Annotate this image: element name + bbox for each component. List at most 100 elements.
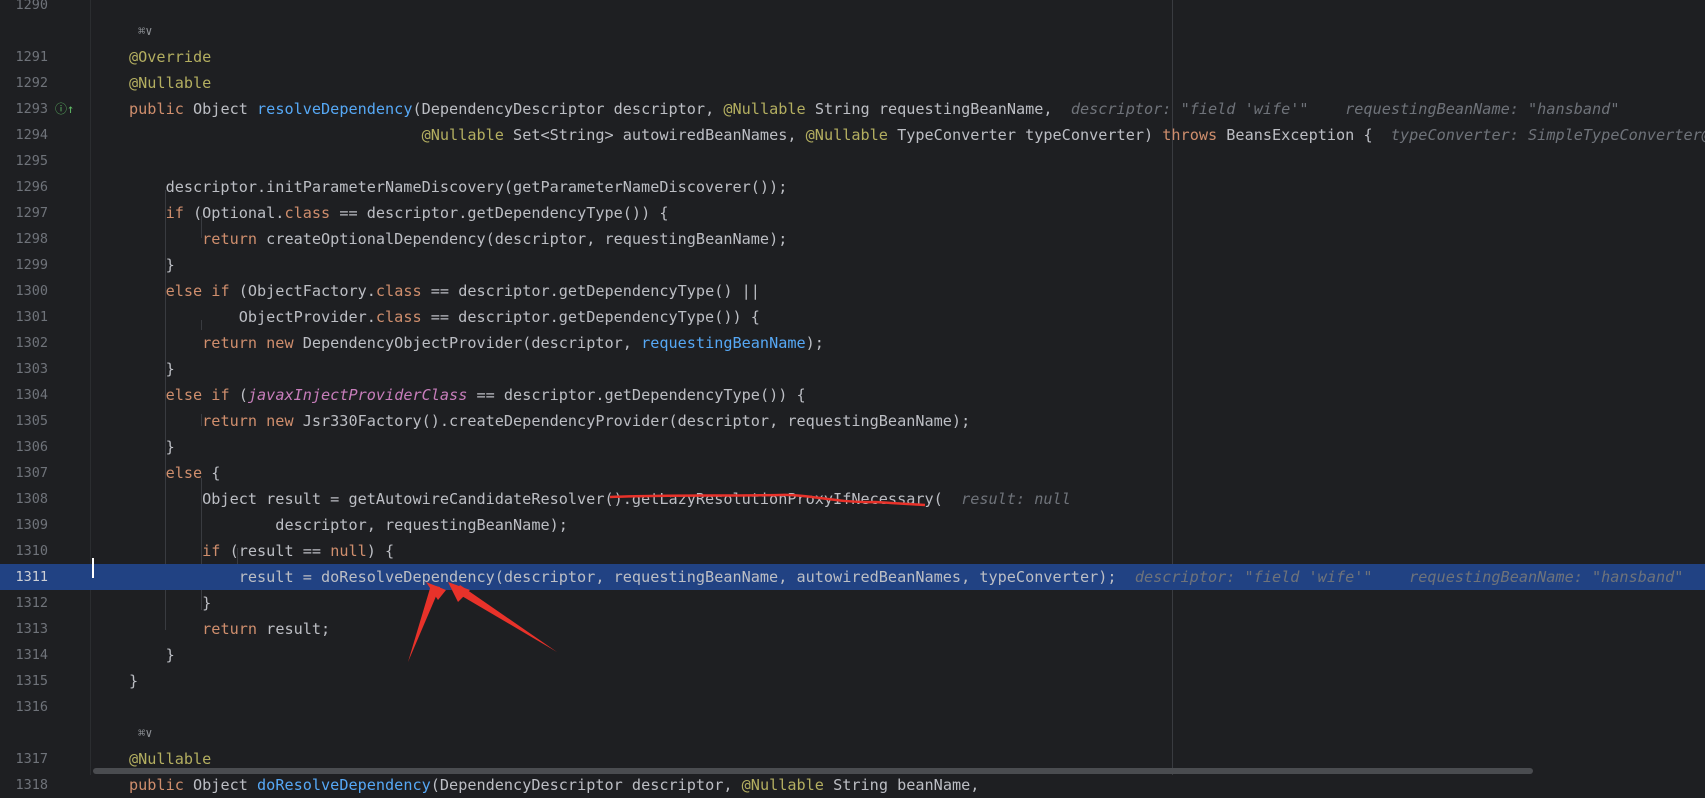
inlay-fold-icon[interactable]: ⌘∨ (138, 726, 152, 740)
line-number[interactable]: 1305 (0, 408, 48, 434)
code-token: ); (805, 334, 824, 352)
line-number[interactable]: 1309 (0, 512, 48, 538)
code-line[interactable]: 1300 else if (ObjectFactory.class == des… (0, 278, 1705, 304)
line-number[interactable]: 1304 (0, 382, 48, 408)
code-line[interactable]: 1318 public Object doResolveDependency(De… (0, 772, 1705, 798)
code-token: return new (202, 412, 294, 430)
code-token: (result == (220, 542, 331, 560)
code-line[interactable]: 1299 } (0, 252, 1705, 278)
line-number[interactable]: 1290 (0, 0, 48, 18)
code-token: Jsr330Factory().createDependencyProvider… (293, 412, 971, 430)
code-text[interactable]: return new DependencyObjectProvider(desc… (129, 330, 824, 356)
code-line[interactable]: 1303 } (0, 356, 1705, 382)
line-number[interactable]: 1317 (0, 746, 48, 772)
line-number[interactable]: 1293 (0, 96, 48, 122)
line-number[interactable]: 1312 (0, 590, 48, 616)
code-line[interactable]: 1301 ObjectProvider.class == descriptor.… (0, 304, 1705, 330)
code-text[interactable]: else if (ObjectFactory.class == descript… (129, 278, 760, 304)
code-line[interactable]: 1302 return new DependencyObjectProvider… (0, 330, 1705, 356)
code-text[interactable]: return result; (129, 616, 330, 642)
code-token: return (202, 620, 258, 638)
code-text[interactable]: descriptor.initParameterNameDiscovery(ge… (129, 174, 788, 200)
line-number[interactable]: 1294 (0, 122, 48, 148)
code-text[interactable]: } (129, 590, 211, 616)
code-line[interactable]: 1315} (0, 668, 1705, 694)
code-line[interactable]: 1309 descriptor, requestingBeanName); (0, 512, 1705, 538)
line-number[interactable]: 1298 (0, 226, 48, 252)
code-token: String requestingBeanName, (805, 100, 1071, 118)
code-line[interactable]: 1310 if (result == null) { (0, 538, 1705, 564)
code-line[interactable]: 1292 @Nullable (0, 70, 1705, 96)
code-text[interactable]: @Nullable Set<String> autowiredBeanNames… (129, 122, 1705, 148)
line-number[interactable]: 1315 (0, 668, 48, 694)
code-text[interactable]: @Nullable (129, 70, 211, 96)
inline-debug-value: result: null (961, 490, 1071, 508)
code-text[interactable]: } (129, 356, 175, 382)
code-text[interactable]: result = doResolveDependency(descriptor,… (129, 564, 1705, 590)
code-line[interactable]: 1308 Object result = getAutowireCandidat… (0, 486, 1705, 512)
line-number[interactable]: 1301 (0, 304, 48, 330)
line-number[interactable]: 1292 (0, 70, 48, 96)
code-text[interactable]: descriptor, requestingBeanName); (129, 512, 568, 538)
code-line[interactable]: 1306 } (0, 434, 1705, 460)
line-number[interactable]: 1306 (0, 434, 48, 460)
override-implements-icon[interactable]: ⓘ↑ (55, 102, 74, 116)
code-text[interactable]: ObjectProvider.class == descriptor.getDe… (129, 304, 760, 330)
code-text[interactable]: if (result == null) { (129, 538, 394, 564)
line-number[interactable]: 1300 (0, 278, 48, 304)
code-line[interactable]: 1293 ⓘ↑ public Object resolveDependency(De… (0, 96, 1705, 122)
text-caret (92, 558, 94, 578)
code-text[interactable]: } (129, 642, 175, 668)
code-text[interactable]: Object result = getAutowireCandidateReso… (129, 486, 1071, 512)
code-token: String beanName, (823, 776, 980, 794)
code-line[interactable]: 1298 return createOptionalDependency(des… (0, 226, 1705, 252)
code-line[interactable]: ⌘∨ (0, 18, 1705, 44)
code-text[interactable]: else { (129, 460, 221, 486)
code-text[interactable]: public Object resolveDependency(Dependen… (129, 96, 1619, 122)
line-number[interactable]: 1291 (0, 44, 48, 70)
code-text[interactable]: else if (javaxInjectProviderClass == des… (129, 382, 806, 408)
inlay-fold-icon[interactable]: ⌘∨ (138, 24, 152, 38)
line-number[interactable]: 1297 (0, 200, 48, 226)
line-number[interactable]: 1310 (0, 538, 48, 564)
line-number[interactable]: 1299 (0, 252, 48, 278)
line-number[interactable]: 1295 (0, 148, 48, 174)
code-text[interactable]: public Object doResolveDependency(Depend… (129, 772, 979, 798)
current-execution-line[interactable]: 1311 result = doResolveDependency(descri… (0, 564, 1705, 590)
code-token: class (375, 308, 422, 326)
line-number[interactable]: 1303 (0, 356, 48, 382)
code-line[interactable]: 1313 return result; (0, 616, 1705, 642)
code-line[interactable]: 1316 (0, 694, 1705, 720)
code-line[interactable]: 1294 @Nullable Set<String> autowiredBean… (0, 122, 1705, 148)
code-text[interactable]: @Override (129, 44, 211, 70)
line-number[interactable]: 1318 (0, 772, 48, 798)
code-line[interactable]: 1291 @Override (0, 44, 1705, 70)
code-line[interactable]: 1290 (0, 0, 1705, 18)
line-number[interactable]: 1308 (0, 486, 48, 512)
line-number[interactable]: 1314 (0, 642, 48, 668)
code-line[interactable]: ⌘∨ (0, 720, 1705, 746)
line-number[interactable]: 1307 (0, 460, 48, 486)
line-number[interactable]: 1316 (0, 694, 48, 720)
code-line[interactable]: 1296 descriptor.initParameterNameDiscove… (0, 174, 1705, 200)
horizontal-scrollbar[interactable] (93, 768, 1533, 774)
line-number[interactable]: 1311 (0, 564, 48, 590)
code-text[interactable]: } (129, 434, 175, 460)
line-number[interactable]: 1313 (0, 616, 48, 642)
code-text[interactable]: } (129, 252, 175, 278)
line-number[interactable]: 1296 (0, 174, 48, 200)
code-text[interactable]: if (Optional.class == descriptor.getDepe… (129, 200, 669, 226)
code-line[interactable]: 1312 } (0, 590, 1705, 616)
code-text[interactable]: return createOptionalDependency(descript… (129, 226, 787, 252)
code-editor[interactable]: 1290 ⌘∨ 1291 @Override 1292 @Nullable 1293 ⓘ↑ pu… (0, 0, 1705, 794)
code-text[interactable]: } (129, 668, 138, 694)
code-text[interactable]: return new Jsr330Factory().createDepende… (129, 408, 970, 434)
code-line[interactable]: 1307 else { (0, 460, 1705, 486)
code-line[interactable]: 1295 (0, 148, 1705, 174)
code-line[interactable]: 1314 } (0, 642, 1705, 668)
code-line[interactable]: 1297 if (Optional.class == descriptor.ge… (0, 200, 1705, 226)
code-line[interactable]: 1304 else if (javaxInjectProviderClass =… (0, 382, 1705, 408)
line-number[interactable]: 1302 (0, 330, 48, 356)
code-line[interactable]: 1305 return new Jsr330Factory().createDe… (0, 408, 1705, 434)
